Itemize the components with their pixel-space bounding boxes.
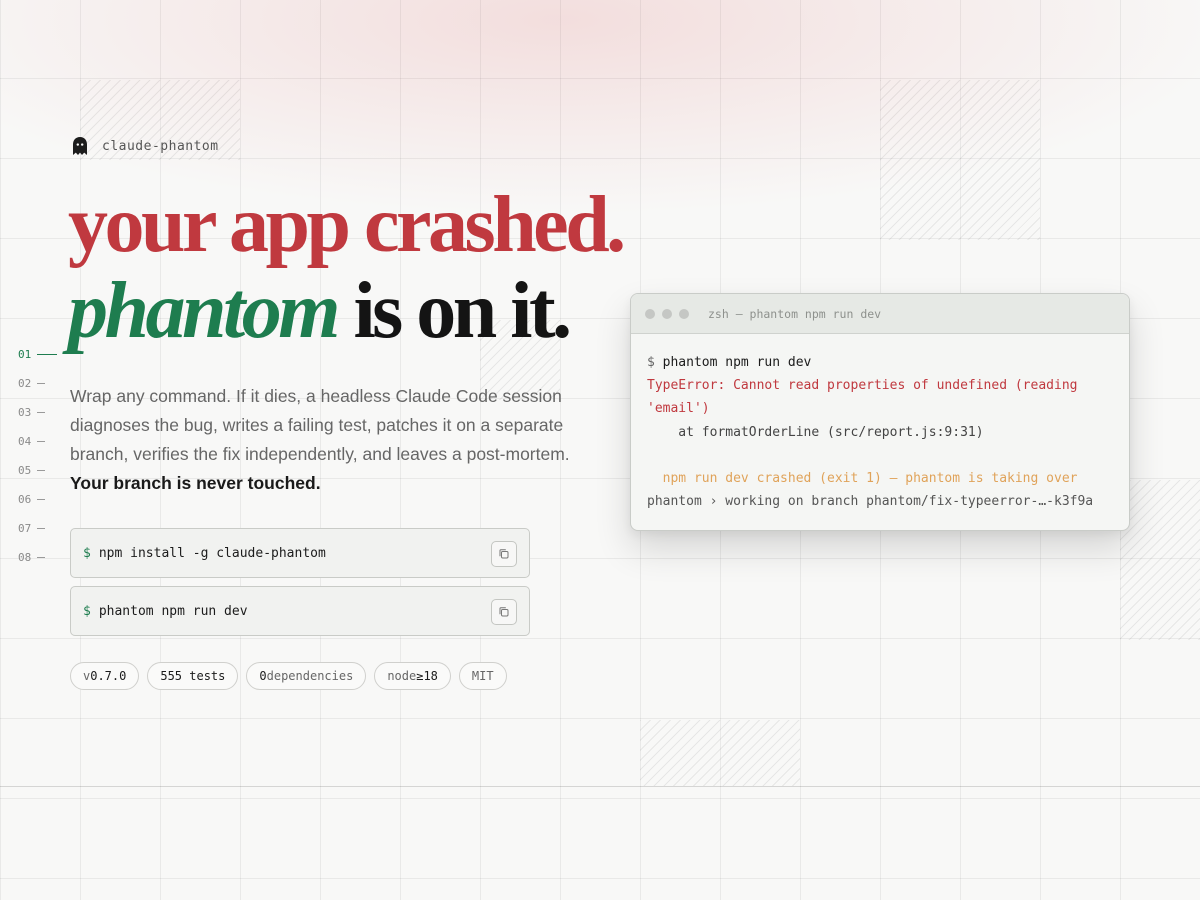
line-number-gutter: 01 02 03 04 05 06 07 08 [18, 340, 58, 572]
install-command: npm install -g claude-phantom [98, 545, 326, 561]
section-divider [0, 786, 1200, 787]
terminal-output: $ phantom npm run dev TypeError: Cannot … [631, 334, 1129, 513]
command-prompt: $ [83, 545, 91, 561]
brand-name: claude-phantom [102, 138, 219, 154]
line-number: 06 [18, 485, 57, 514]
terminal-error-line: 'email') [647, 401, 710, 417]
terminal-stack-trace: at formatOrderLine (src/report.js:9:31) [647, 424, 984, 440]
brand[interactable]: claude-phantom [72, 136, 219, 156]
line-number: 03 [18, 398, 57, 427]
dependencies-badge[interactable]: 0 dependencies [246, 662, 367, 690]
terminal-warning-line: npm run dev crashed (exit 1) — phantom i… [647, 471, 1078, 487]
window-maximize-dot[interactable] [679, 308, 689, 319]
line-number: 02 [18, 369, 57, 398]
run-command: phantom npm run dev [98, 603, 248, 619]
terminal-window: zsh — phantom npm run dev $ phantom npm … [630, 293, 1130, 531]
install-command-box[interactable]: $ npm install -g claude-phantom [70, 528, 530, 578]
hatch-pattern [640, 720, 800, 786]
license-badge[interactable]: MIT [458, 662, 507, 690]
terminal-title: zsh — phantom npm run dev [708, 306, 882, 321]
line-number: 04 [18, 427, 57, 456]
run-command-box[interactable]: $ phantom npm run dev [70, 586, 530, 636]
copy-button[interactable] [491, 599, 517, 625]
line-number: 05 [18, 456, 57, 485]
tests-badge[interactable]: 555 tests [147, 662, 239, 690]
line-number: 08 [18, 543, 57, 572]
terminal-info-line: phantom › working on branch phantom/fix-… [647, 494, 1094, 510]
headline-emphasis: phantom [68, 267, 340, 355]
description: Wrap any command. If it dies, a headless… [70, 382, 570, 498]
headline: your app crashed. phantom is on it. [68, 181, 626, 354]
ghost-icon [73, 137, 87, 155]
window-close-dot[interactable] [645, 308, 655, 319]
hatch-pattern [1120, 480, 1200, 640]
copy-icon [499, 549, 509, 559]
command-prompt: $ [83, 603, 91, 619]
node-badge[interactable]: node ≥18 [374, 662, 451, 690]
headline-line-1: your app crashed. [68, 181, 626, 269]
terminal-error-line: TypeError: Cannot read properties of und… [647, 378, 1078, 394]
window-minimize-dot[interactable] [662, 308, 672, 319]
copy-button[interactable] [491, 541, 517, 567]
version-badge[interactable]: v 0.7.0 [70, 662, 140, 690]
description-bold: Your branch is never touched. [70, 473, 321, 493]
line-number: 07 [18, 514, 57, 543]
terminal-command-line: $ phantom npm run dev [647, 355, 812, 370]
description-text: Wrap any command. If it dies, a headless… [70, 386, 570, 464]
badges: v 0.7.0 555 tests 0 dependencies node ≥18… [70, 662, 507, 690]
headline-rest: is on it. [336, 267, 572, 355]
hatch-pattern [880, 80, 1040, 240]
headline-line-2: phantom is on it. [68, 268, 623, 354]
terminal-title-bar: zsh — phantom npm run dev [631, 294, 1129, 334]
line-number: 01 [18, 340, 58, 369]
copy-icon [499, 607, 509, 617]
